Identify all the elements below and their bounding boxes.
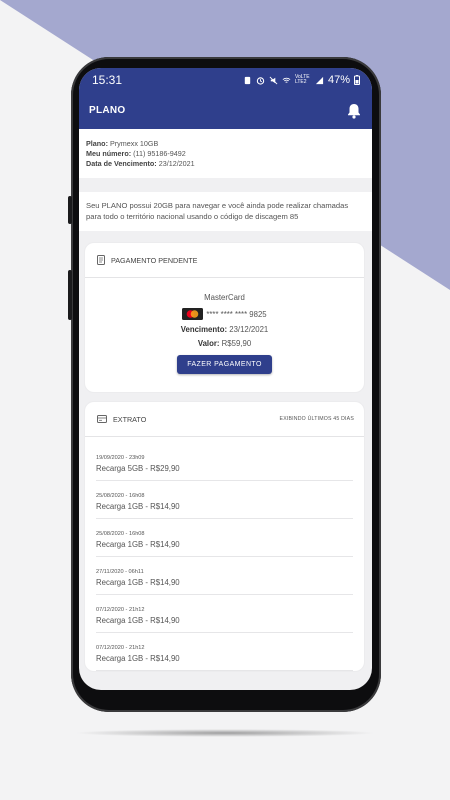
battery-icon [354,75,360,85]
list-item[interactable]: 07/12/2020 - 21h12 Recarga 1GB - R$14,90 [96,641,353,671]
phone-side-button [68,270,72,320]
list-item[interactable]: 07/12/2020 - 21h12 Recarga 1GB - R$14,90 [96,603,353,633]
status-time: 15:31 [92,73,123,87]
plan-summary: Plano: Prymexx 10GB Meu número: (11) 951… [79,129,372,178]
statement-filter[interactable]: EXIBINDO ÚLTIMOS 45 DIAS [280,416,354,422]
mute-icon [269,76,278,84]
alarm-icon [256,76,265,85]
payment-value: R$59,90 [221,339,252,348]
due-date: 23/12/2021 [158,159,195,168]
list-item[interactable]: 27/11/2020 - 06h11 Recarga 1GB - R$14,90 [96,565,353,595]
transaction-description: Recarga 1GB - R$14,90 [96,502,180,511]
wifi-icon [282,77,291,83]
plan-row: Plano: Prymexx 10GB [86,139,159,148]
transaction-date: 27/11/2020 - 06h11 [96,569,144,575]
phone-number: (11) 95186-9492 [133,149,186,158]
card-brand: MasterCard [204,293,245,302]
bell-icon[interactable] [347,103,361,119]
transaction-description: Recarga 1GB - R$14,90 [96,654,180,663]
statement-header: EXTRATO EXIBINDO ÚLTIMOS 45 DIAS [85,402,364,437]
receipt-icon [97,415,107,423]
list-item[interactable]: 25/08/2020 - 16h08 Recarga 1GB - R$14,90 [96,527,353,557]
card-number: **** **** **** 9825 [206,309,267,319]
statement-title: EXTRATO [113,414,147,424]
phone-side-button [68,196,72,224]
phone-shadow [74,729,376,737]
document-icon [97,255,105,265]
mastercard-icon [182,308,204,320]
payment-due-row: Vencimento: 23/12/2021 [180,325,269,334]
plan-info: Seu PLANO possui 20GB para navegar e voc… [79,192,372,231]
payment-due-date: 23/12/2021 [229,325,269,334]
transaction-description: Recarga 1GB - R$14,90 [96,616,180,625]
statement-card: EXTRATO EXIBINDO ÚLTIMOS 45 DIAS 19/09/2… [85,402,364,671]
battery-level: 47% [327,74,350,86]
status-bar: 15:31 VoLTE LTE2 47% [79,68,372,92]
transaction-date: 25/08/2020 - 16h08 [96,493,145,499]
plan-name: Prymexx 10GB [109,139,159,148]
transaction-description: Recarga 1GB - R$14,90 [96,578,180,587]
list-item[interactable]: 19/09/2020 - 23h09 Recarga 5GB - R$29,90 [96,451,353,481]
network-type: VoLTE LTE2 [294,74,310,85]
statement-list: 19/09/2020 - 23h09 Recarga 5GB - R$29,90 2… [85,437,364,671]
pending-payment-title: PAGAMENTO PENDENTE [111,255,198,265]
payment-value-row: Valor: R$59,90 [197,339,252,348]
due-row: Data de Vencimento: 23/12/2021 [86,159,195,168]
list-item[interactable]: 25/08/2020 - 16h08 Recarga 1GB - R$14,90 [96,489,353,519]
transaction-description: Recarga 1GB - R$14,90 [96,540,180,549]
plan-info-text: Seu PLANO possui 20GB para navegar e voc… [86,201,349,221]
app-bar: PLANO [79,92,372,129]
signal-icon [315,76,324,84]
phone-screen: 15:31 VoLTE LTE2 47% PLANO Plano: Prymex… [79,68,372,690]
transaction-date: 25/08/2020 - 16h08 [96,531,145,537]
pending-payment-header: PAGAMENTO PENDENTE [85,243,364,278]
number-row: Meu número: (11) 95186-9492 [86,149,186,158]
transaction-date: 07/12/2020 - 21h12 [96,607,145,613]
notification-icon [244,76,251,84]
pending-payment-card: PAGAMENTO PENDENTE MasterCard **** **** … [85,243,364,392]
make-payment-button[interactable]: FAZER PAGAMENTO [177,355,272,374]
transaction-date: 19/09/2020 - 23h09 [96,455,145,461]
page-title: PLANO [89,105,126,116]
transaction-date: 07/12/2020 - 21h12 [96,645,145,651]
transaction-description: Recarga 5GB - R$29,90 [96,464,180,473]
